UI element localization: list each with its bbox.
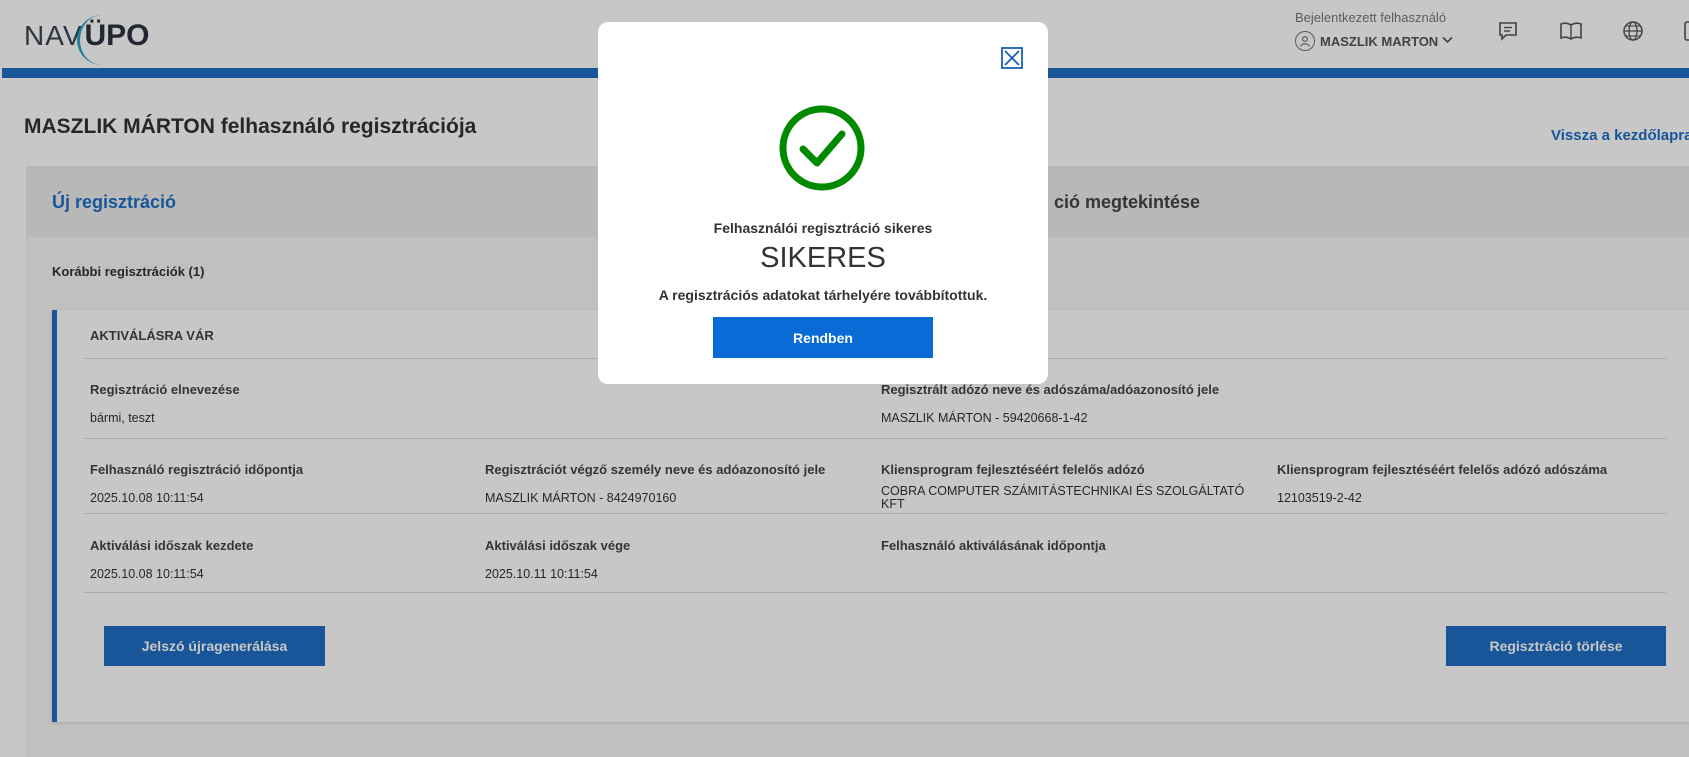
dialog-message: A regisztrációs adatokat tárhelyére tová… — [658, 287, 988, 303]
success-check-icon — [778, 104, 866, 192]
dialog-status: SIKERES — [760, 242, 886, 274]
success-dialog: Felhasználói regisztráció sikeres SIKERE… — [598, 22, 1048, 384]
close-icon[interactable] — [1001, 47, 1023, 69]
ok-button[interactable]: Rendben — [713, 317, 933, 358]
dialog-title: Felhasználói regisztráció sikeres — [713, 220, 933, 236]
